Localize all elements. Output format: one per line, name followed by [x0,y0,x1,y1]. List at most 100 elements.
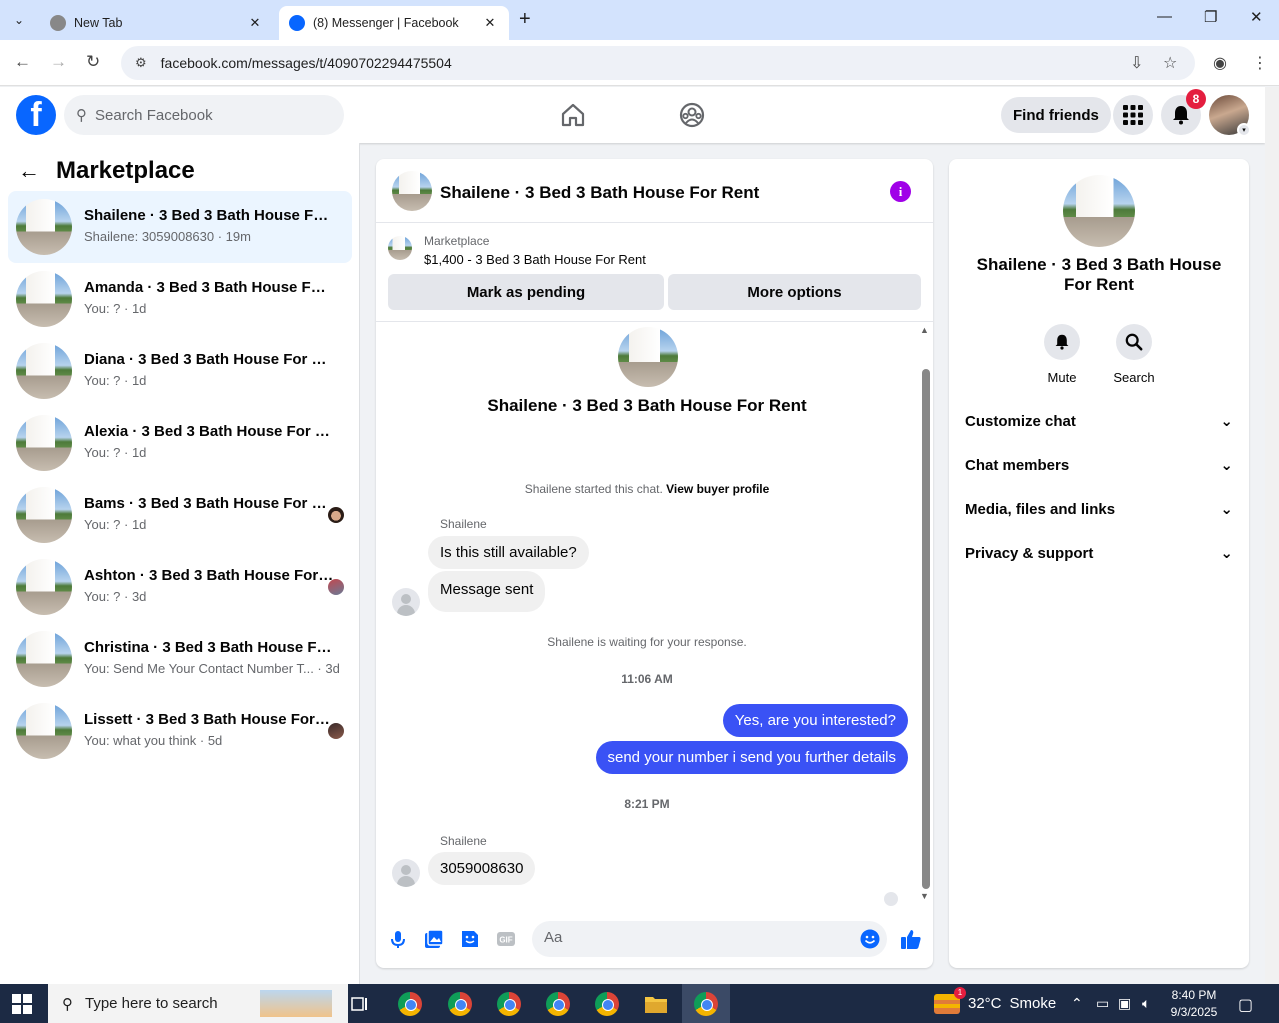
conversation-snippet: You: ? · 1d [84,301,147,316]
conversation-snippet: You: ? · 1d [84,373,147,388]
minimize-icon[interactable]: — [1157,8,1172,25]
sticker-icon[interactable] [458,927,482,951]
thumbs-up-icon[interactable] [899,927,923,951]
tab-new-tab[interactable]: New Tab ✕ [40,6,274,40]
chrome-taskbar-icon[interactable] [436,984,484,1023]
taskbar-search[interactable]: ⚲ [48,984,348,1023]
conversation-name: Shailene · 3 Bed 3 Bath House For Rent [84,207,334,224]
chrome-taskbar-icon[interactable] [682,984,730,1023]
more-options-button[interactable]: More options [668,274,921,310]
message-input[interactable] [544,929,834,946]
weather-widget[interactable]: 1 32°C Smoke [934,984,1056,1023]
conversation-item[interactable]: Lissett · 3 Bed 3 Bath House For Rent Yo… [8,695,352,767]
conversation-item[interactable]: Amanda · 3 Bed 3 Bath House For Rent You… [8,263,352,335]
menu-grid-icon[interactable] [1113,95,1153,135]
photo-icon[interactable] [422,927,446,951]
conversation-name: Christina · 3 Bed 3 Bath House For Rent [84,639,334,656]
bookmark-star-icon[interactable]: ☆ [1163,53,1177,73]
new-tab-icon[interactable]: + [519,8,531,31]
close-window-icon[interactable]: ✕ [1250,8,1263,26]
account-avatar[interactable]: ▾ [1209,95,1251,137]
chrome-taskbar-icon[interactable] [485,984,533,1023]
home-icon[interactable] [559,101,587,129]
customize-chat-section[interactable]: Customize chat ⌄ [965,399,1233,443]
taskbar-search-input[interactable] [85,995,255,1012]
groups-icon[interactable] [678,101,706,129]
microphone-icon[interactable] [386,927,410,951]
conversation-item[interactable]: Shailene · 3 Bed 3 Bath House For Rent S… [8,191,352,263]
notification-center-icon[interactable]: ▢ [1238,995,1253,1015]
conversation-item[interactable]: Diana · 3 Bed 3 Bath House For Rent You:… [8,335,352,407]
message-composer: GIF [376,911,933,967]
tab-messenger[interactable]: (8) Messenger | Facebook ✕ [279,6,509,40]
find-friends-button[interactable]: Find friends [1001,97,1111,133]
conversation-snippet: You: ? · 1d [84,517,147,532]
facebook-logo-icon[interactable]: f [16,95,56,135]
meet-now-icon[interactable]: ▭ [1096,995,1109,1012]
chrome-taskbar-icon[interactable] [386,984,434,1023]
chat-scrollbar[interactable]: ▲ ▼ [918,325,933,901]
network-icon[interactable]: ▣ [1118,995,1131,1012]
file-explorer-icon[interactable] [632,984,680,1023]
sender-avatar[interactable] [392,859,420,887]
sender-avatar[interactable] [392,588,420,616]
page-scrollbar[interactable] [1265,87,1279,984]
chrome-taskbar-icon[interactable] [534,984,582,1023]
waiting-notice: Shailene is waiting for your response. [547,635,747,649]
url-field[interactable]: ⚙ facebook.com/messages/t/40907022944755… [121,46,1195,80]
privacy-support-section[interactable]: Privacy & support ⌄ [965,531,1233,575]
listing-thumbnail [16,631,72,687]
reload-icon[interactable]: ↻ [86,52,100,72]
restore-icon[interactable]: ❐ [1204,8,1217,26]
volume-icon[interactable]: 🔈︎ [1142,995,1150,1012]
facebook-search[interactable]: ⚲ [64,95,344,135]
listing-thumbnail[interactable] [392,171,432,211]
chevron-up-icon[interactable]: ⌃ [1071,995,1083,1012]
close-tab-icon[interactable]: ✕ [481,15,499,31]
profile-icon[interactable]: ◉ [1213,53,1227,73]
tab-search-dropdown-icon[interactable]: ⌄ [6,8,32,32]
windows-start-icon[interactable] [12,994,32,1014]
back-arrow-icon[interactable]: ← [18,158,40,184]
search-icon [1116,324,1152,360]
forward-icon[interactable]: → [50,52,67,72]
mute-button[interactable]: Mute [1032,324,1092,385]
site-settings-icon[interactable]: ⚙ [135,55,147,71]
emoji-icon[interactable] [860,929,880,949]
outgoing-message[interactable]: Yes, are you interested? [722,704,908,737]
install-app-icon[interactable]: ⇩ [1130,53,1143,73]
search-in-chat-button[interactable]: Search [1104,324,1164,385]
listing-thumbnail[interactable] [1063,175,1135,247]
chat-members-section[interactable]: Chat members ⌄ [965,443,1233,487]
incoming-message[interactable]: Message sent [428,571,546,612]
conversation-name: Ashton · 3 Bed 3 Bath House For Rent [84,567,334,584]
view-buyer-profile-link[interactable]: View buyer profile [666,482,769,496]
mark-as-pending-button[interactable]: Mark as pending [388,274,664,310]
timestamp: 8:21 PM [624,797,670,811]
conversation-item[interactable]: Ashton · 3 Bed 3 Bath House For Rent You… [8,551,352,623]
scroll-up-icon[interactable]: ▲ [920,325,929,335]
gif-icon[interactable]: GIF [494,927,518,951]
chat-title[interactable]: Shailene · 3 Bed 3 Bath House For Rent [440,183,759,203]
task-view-icon[interactable] [336,984,384,1023]
system-clock[interactable]: 8:40 PM 9/3/2025 [1166,987,1222,1021]
timestamp: 11:06 AM [621,672,673,686]
incoming-message[interactable]: Is this still available? [428,536,589,569]
info-icon[interactable]: i [890,181,911,202]
close-tab-icon[interactable]: ✕ [246,15,264,31]
chat-started-notice: Shailene started this chat. View buyer p… [376,482,918,496]
back-icon[interactable]: ← [14,52,31,72]
scroll-down-icon[interactable]: ▼ [920,891,929,901]
conversation-item[interactable]: Bams · 3 Bed 3 Bath House For Rent You: … [8,479,352,551]
media-files-links-section[interactable]: Media, files and links ⌄ [965,487,1233,531]
conversation-item[interactable]: Christina · 3 Bed 3 Bath House For Rent … [8,623,352,695]
facebook-search-input[interactable] [95,106,315,124]
chrome-taskbar-icon[interactable] [583,984,631,1023]
incoming-message[interactable]: 3059008630 [428,852,536,885]
outgoing-message[interactable]: send your number i send you further deta… [595,741,908,774]
chevron-down-icon: ⌄ [1220,413,1233,430]
chevron-down-icon: ▾ [1237,123,1251,137]
menu-kebab-icon[interactable]: ⋮ [1252,53,1268,73]
conversation-item[interactable]: Alexia · 3 Bed 3 Bath House For Rent You… [8,407,352,479]
scrollbar-thumb[interactable] [922,369,930,889]
